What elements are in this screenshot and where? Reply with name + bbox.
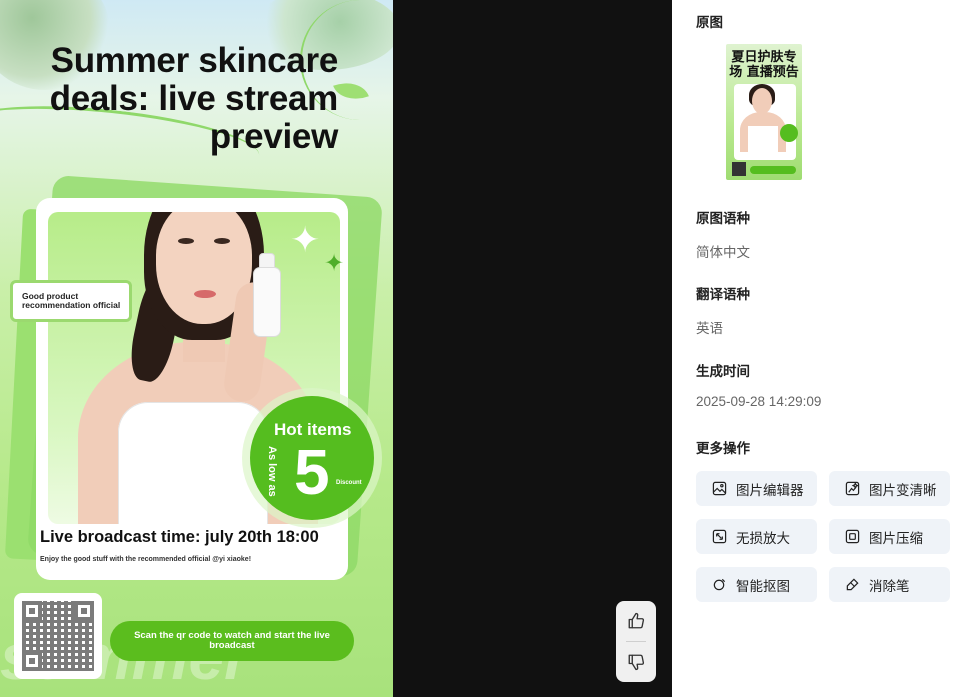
action-label: 消除笔: [869, 578, 910, 594]
thumbnail-title: 夏日护肤专场 直播预告: [729, 50, 799, 80]
qr-finder: [22, 651, 42, 671]
live-subtitle: Enjoy the good stuff with the recommende…: [40, 556, 252, 563]
model-eye: [214, 238, 230, 244]
image-enhance-icon: [845, 481, 860, 496]
thumbnail-model: [748, 126, 778, 152]
target-language-label: 翻译语种: [696, 287, 750, 302]
thumbnail-badge: [780, 124, 798, 142]
eraser-button[interactable]: 消除笔: [829, 567, 950, 602]
hot-number: 5: [294, 436, 330, 508]
cutout-icon: [712, 577, 727, 592]
lossless-upscale-button[interactable]: 无损放大: [696, 519, 817, 554]
thumbs-down-icon: [628, 654, 645, 671]
qr-finder: [22, 601, 42, 621]
like-button[interactable]: [616, 601, 656, 641]
source-language-label: 原图语种: [696, 211, 750, 226]
sparkle-icon: ✦: [324, 250, 345, 277]
qr-pattern: [22, 601, 94, 671]
smart-cutout-button[interactable]: 智能抠图: [696, 567, 817, 602]
action-label: 图片变清晰: [869, 482, 937, 498]
thumbnail-button: [750, 166, 796, 174]
hot-discount: Discount: [336, 480, 362, 486]
scan-banner: Scan the qr code to watch and start the …: [110, 621, 354, 661]
feedback-box: [616, 601, 656, 682]
translated-poster: Summer skincare deals: live stream previ…: [0, 0, 393, 697]
thumbs-up-icon: [628, 612, 645, 629]
live-time: Live broadcast time: july 20th 18:00: [40, 528, 319, 546]
skincare-bottle: [254, 268, 280, 336]
original-label: 原图: [696, 15, 723, 30]
target-language-value: 英语: [696, 321, 723, 336]
generated-time-label: 生成时间: [696, 364, 750, 379]
action-label: 图片压缩: [869, 530, 923, 546]
thumbnail-model: [752, 88, 772, 114]
compress-icon: [845, 529, 860, 544]
thumbnail-qr: [732, 162, 746, 176]
model-eye: [178, 238, 194, 244]
upscale-icon: [712, 529, 727, 544]
action-label: 智能抠图: [736, 578, 790, 594]
qr-finder: [74, 601, 94, 621]
poster-title: Summer skincare deals: live stream previ…: [49, 41, 339, 156]
image-compress-button[interactable]: 图片压缩: [829, 519, 950, 554]
info-panel: 原图 夏日护肤专场 直播预告 原图语种 简体中文 翻译语种 英语 生成时间 20…: [672, 0, 964, 697]
more-actions-label: 更多操作: [696, 441, 750, 456]
qr-code: [14, 593, 102, 679]
dislike-button[interactable]: [616, 642, 656, 682]
image-enhance-button[interactable]: 图片变清晰: [829, 471, 950, 506]
model-lips: [194, 290, 216, 298]
recommendation-tag: Good product recommendation official: [10, 280, 132, 322]
original-thumbnail[interactable]: 夏日护肤专场 直播预告: [726, 44, 802, 180]
source-language-value: 简体中文: [696, 245, 750, 260]
image-editor-button[interactable]: 图片编辑器: [696, 471, 817, 506]
action-label: 无损放大: [736, 530, 790, 546]
generated-time-value: 2025-09-28 14:29:09: [696, 394, 822, 409]
preview-canvas: [393, 0, 672, 697]
action-label: 图片编辑器: [736, 482, 804, 498]
hot-as-low: As low as: [266, 446, 278, 497]
sparkle-icon: ✦: [290, 219, 321, 260]
hot-items-badge: Hot items As low as 5 Discount: [250, 396, 374, 520]
eraser-icon: [845, 577, 860, 592]
image-edit-icon: [712, 481, 727, 496]
